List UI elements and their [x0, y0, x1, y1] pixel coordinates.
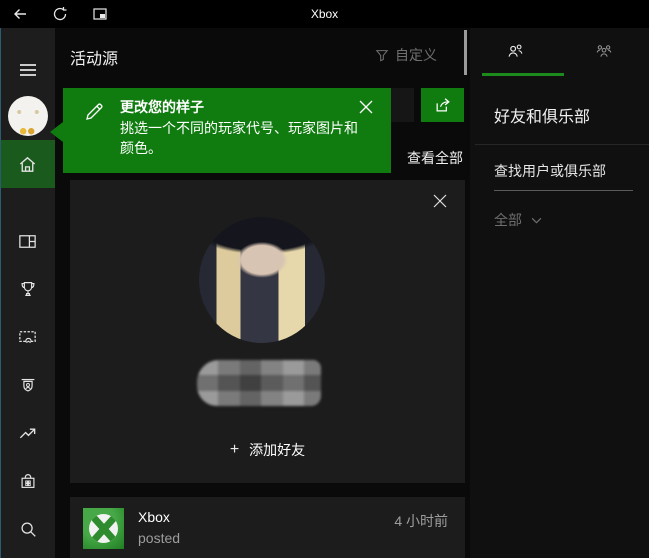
friends-icon [504, 41, 526, 63]
window-title: Xbox [0, 7, 649, 21]
trophy-icon [18, 279, 38, 299]
feed-post[interactable]: Xbox posted 4 小时前 [70, 497, 465, 558]
active-tab-underline [482, 73, 564, 76]
xbox-sphere-logo [83, 508, 124, 549]
suggested-friend-name-blurred [197, 360, 321, 406]
post-timestamp: 4 小时前 [394, 511, 448, 531]
customize-label: 自定义 [395, 45, 437, 65]
friends-panel-tabs [470, 28, 649, 76]
add-friend-label: 添加好友 [249, 440, 305, 460]
gamerpic-avatar [8, 96, 48, 136]
suggested-friend-card: + 添加好友 [70, 180, 465, 483]
sidebar-item-home[interactable] [0, 140, 55, 188]
activity-feed-panel: 活动源 自定义 更改您的样子 挑选一个不同的玩家代号、玩家图片和颜色。 查看全部 [55, 28, 470, 558]
add-friend-button[interactable]: + 添加好友 [70, 440, 465, 460]
sidebar-item-achievements[interactable] [0, 265, 55, 313]
filter-label: 全部 [494, 210, 522, 230]
tab-friends[interactable] [470, 28, 559, 76]
customize-button[interactable]: 自定义 [375, 45, 437, 65]
friends-heading: 好友和俱乐部 [494, 103, 590, 127]
plus-icon: + [230, 441, 239, 459]
friends-panel: 好友和俱乐部 全部 [470, 28, 649, 558]
sidebar-item-trending[interactable] [0, 409, 55, 457]
panel-divider [475, 144, 649, 145]
sidebar-item-tiles[interactable] [0, 217, 55, 265]
friends-search-input[interactable] [494, 158, 636, 184]
sidebar-item-store[interactable] [0, 457, 55, 505]
tiles-icon [17, 231, 38, 252]
share-icon [433, 95, 453, 115]
filter-funnel-icon [375, 48, 389, 62]
friends-filter-dropdown[interactable]: 全部 [494, 210, 542, 230]
sidebar-item-console[interactable] [0, 550, 55, 558]
toast-tail [50, 122, 63, 142]
change-look-toast[interactable]: 更改您的样子 挑选一个不同的玩家代号、玩家图片和颜色。 [63, 88, 391, 173]
suggested-friend-avatar[interactable] [199, 217, 325, 343]
toast-text: 更改您的样子 挑选一个不同的玩家代号、玩家图片和颜色。 [120, 97, 362, 158]
title-bar: Xbox [0, 0, 649, 28]
close-icon[interactable] [433, 194, 447, 208]
trends-icon [17, 423, 38, 444]
toast-title: 更改您的样子 [120, 97, 362, 117]
menu-button[interactable] [0, 46, 55, 94]
toast-body: 挑选一个不同的玩家代号、玩家图片和颜色。 [120, 118, 362, 158]
sidebar-profile[interactable] [0, 88, 55, 144]
sidebar-item-captures[interactable] [0, 313, 55, 361]
chevron-down-icon [531, 217, 542, 224]
sidebar-item-search[interactable] [0, 505, 55, 553]
window-edge-accent [0, 28, 1, 558]
tab-clubs[interactable] [559, 28, 648, 76]
home-icon [17, 154, 38, 175]
pencil-icon [83, 101, 105, 123]
menu-icon [17, 59, 39, 81]
clubs-icon [593, 41, 615, 63]
close-icon[interactable] [359, 100, 373, 114]
avatar-badge-icon [18, 375, 38, 395]
capture-icon [17, 327, 38, 348]
store-icon [18, 471, 38, 491]
view-all-link[interactable]: 查看全部 [407, 148, 463, 168]
sidebar-item-avatar-badge[interactable] [0, 361, 55, 409]
search-underline [494, 190, 633, 191]
post-author[interactable]: Xbox [138, 509, 170, 525]
sidebar [0, 28, 55, 558]
search-icon [18, 519, 38, 539]
post-action: posted [138, 530, 180, 546]
scrollbar-thumb[interactable] [464, 30, 467, 75]
page-title: 活动源 [70, 45, 118, 69]
share-button[interactable] [421, 88, 464, 122]
